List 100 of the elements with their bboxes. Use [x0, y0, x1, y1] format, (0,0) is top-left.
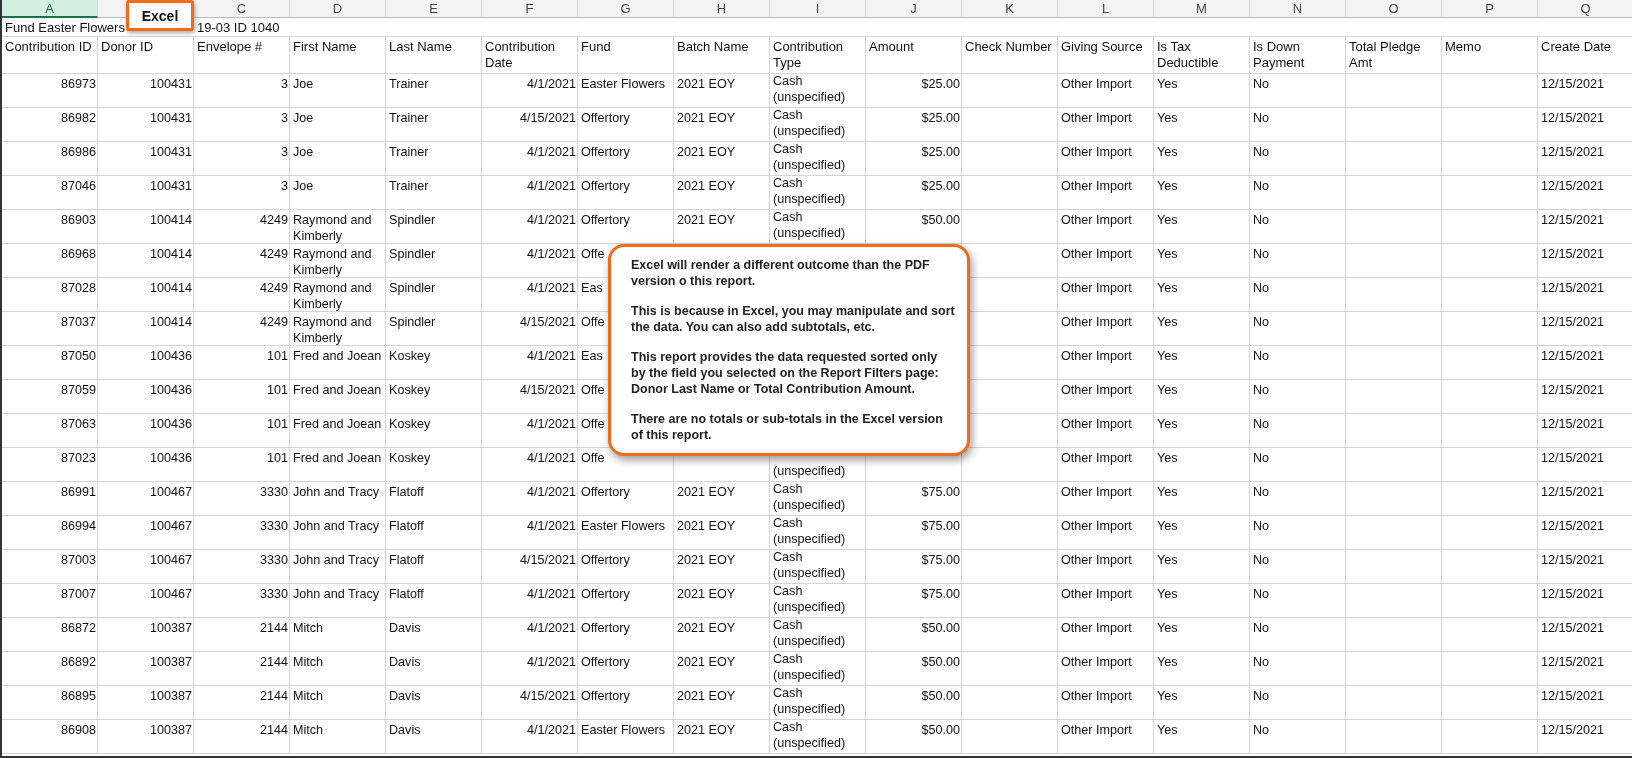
- table-cell: 4249: [259, 280, 288, 296]
- header-cell-text: Batch Name: [676, 38, 750, 56]
- table-cell: 2021 EOY: [677, 110, 736, 126]
- table-cell: Mitch: [293, 620, 324, 636]
- table-cell: Koskey: [389, 382, 431, 398]
- table-cell: Fred and Joean: [293, 382, 382, 398]
- column-header[interactable]: E: [386, 0, 482, 18]
- table-cell: 87063: [60, 416, 96, 432]
- table-cell-text: Cash (unspecified): [773, 108, 847, 139]
- column-header[interactable]: K: [962, 0, 1058, 18]
- table-cell: Yes: [1157, 144, 1178, 160]
- column-header[interactable]: D: [290, 0, 386, 18]
- table-cell-text: Cash (unspecified): [773, 482, 847, 513]
- table-cell: 2021 EOY: [677, 552, 736, 568]
- table-cell-text: Cash (unspecified): [773, 686, 847, 717]
- table-cell: 100431: [149, 76, 192, 92]
- table-cell: Yes: [1157, 450, 1178, 466]
- table-cell: 86968: [60, 246, 96, 262]
- table-cell: 100431: [149, 178, 192, 194]
- table-cell: 100414: [149, 246, 192, 262]
- table-cell: Other Import: [1061, 552, 1132, 568]
- table-cell: Fred and Joean: [293, 416, 382, 432]
- table-cell: Offe: [581, 246, 605, 262]
- table-cell: No: [1253, 722, 1270, 738]
- table-cell: 12/15/2021: [1541, 484, 1605, 500]
- title-cell: 19-03 ID 1040: [194, 18, 1632, 37]
- table-cell: Offe: [581, 314, 605, 330]
- column-header[interactable]: O: [1346, 0, 1442, 18]
- table-cell: No: [1253, 246, 1270, 262]
- header-cell-text: Is Down Payment: [1252, 38, 1306, 72]
- column-header[interactable]: P: [1442, 0, 1538, 18]
- column-header[interactable]: A: [2, 0, 98, 18]
- table-cell: Yes: [1157, 552, 1178, 568]
- table-cell-text: Cash (unspecified): [773, 210, 847, 241]
- column-header[interactable]: L: [1058, 0, 1154, 18]
- table-cell: 2021 EOY: [677, 76, 736, 92]
- table-cell: Trainer: [389, 76, 429, 92]
- table-cell: 100414: [149, 280, 192, 296]
- table-cell: Offertory: [581, 586, 630, 602]
- table-cell: Eas: [581, 280, 603, 296]
- table-cell: 86908: [60, 722, 96, 738]
- table-cell: No: [1253, 586, 1270, 602]
- table-cell: Eas: [581, 348, 603, 364]
- table-cell: Offertory: [581, 484, 630, 500]
- table-cell: (unspecified): [773, 463, 846, 479]
- table-cell: 2021 EOY: [677, 654, 736, 670]
- table-cell: Fred and Joean: [293, 348, 382, 364]
- table-cell: 100467: [149, 552, 192, 568]
- table-cell: 12/15/2021: [1541, 416, 1605, 432]
- column-header[interactable]: H: [674, 0, 770, 18]
- header-cell-text: Envelope #: [196, 38, 264, 56]
- table-cell: Joe: [293, 76, 314, 92]
- table-cell: Other Import: [1061, 620, 1132, 636]
- table-cell: Yes: [1157, 688, 1178, 704]
- table-cell: Davis: [389, 620, 421, 636]
- table-cell: Yes: [1157, 654, 1178, 670]
- table-cell: 86903: [60, 212, 96, 228]
- table-cell: 4249: [259, 212, 288, 228]
- table-cell: John and Tracy: [293, 518, 380, 534]
- table-cell: Koskey: [389, 348, 431, 364]
- column-header[interactable]: I: [770, 0, 866, 18]
- column-header[interactable]: C: [194, 0, 290, 18]
- header-cell-text: Amount: [868, 38, 915, 56]
- table-cell: 87003: [60, 552, 96, 568]
- table-cell: Other Import: [1061, 76, 1132, 92]
- table-cell: 87059: [60, 382, 96, 398]
- table-cell: 4/15/2021: [519, 688, 576, 704]
- table-cell: No: [1253, 314, 1270, 330]
- table-cell: Flatoff: [389, 484, 424, 500]
- table-cell: Yes: [1157, 382, 1178, 398]
- table-cell: Offertory: [581, 144, 630, 160]
- table-cell: 4/1/2021: [526, 722, 576, 738]
- table-cell: 2021 EOY: [677, 688, 736, 704]
- table-cell: Easter Flowers: [581, 518, 665, 534]
- table-cell: 100467: [149, 518, 192, 534]
- table-cell: Flatoff: [389, 518, 424, 534]
- callout-text: This is because in Excel, you may manipulate and sort the data. You can also add subtotals, etc.: [631, 303, 955, 335]
- table-cell: 100387: [149, 688, 192, 704]
- column-header[interactable]: M: [1154, 0, 1250, 18]
- table-cell: 3330: [259, 552, 288, 568]
- column-header[interactable]: G: [578, 0, 674, 18]
- table-cell: Mitch: [293, 654, 324, 670]
- table-cell: Yes: [1157, 416, 1178, 432]
- header-cell-text: Fund: [580, 38, 612, 56]
- table-cell: 101: [267, 382, 288, 398]
- table-cell: Offe: [581, 416, 605, 432]
- table-cell: Other Import: [1061, 416, 1132, 432]
- table-cell-text: Cash (unspecified): [773, 142, 847, 173]
- table-cell: No: [1253, 552, 1270, 568]
- column-header[interactable]: J: [866, 0, 962, 18]
- table-cell: 87007: [60, 586, 96, 602]
- column-header[interactable]: F: [482, 0, 578, 18]
- table-cell: 4/1/2021: [526, 280, 576, 296]
- column-header[interactable]: Q: [1538, 0, 1632, 18]
- table-cell: Other Import: [1061, 518, 1132, 534]
- table-cell: Other Import: [1061, 178, 1132, 194]
- table-cell: $25.00: [921, 178, 960, 194]
- table-cell: 100436: [149, 416, 192, 432]
- column-header[interactable]: N: [1250, 0, 1346, 18]
- table-cell: 3330: [259, 586, 288, 602]
